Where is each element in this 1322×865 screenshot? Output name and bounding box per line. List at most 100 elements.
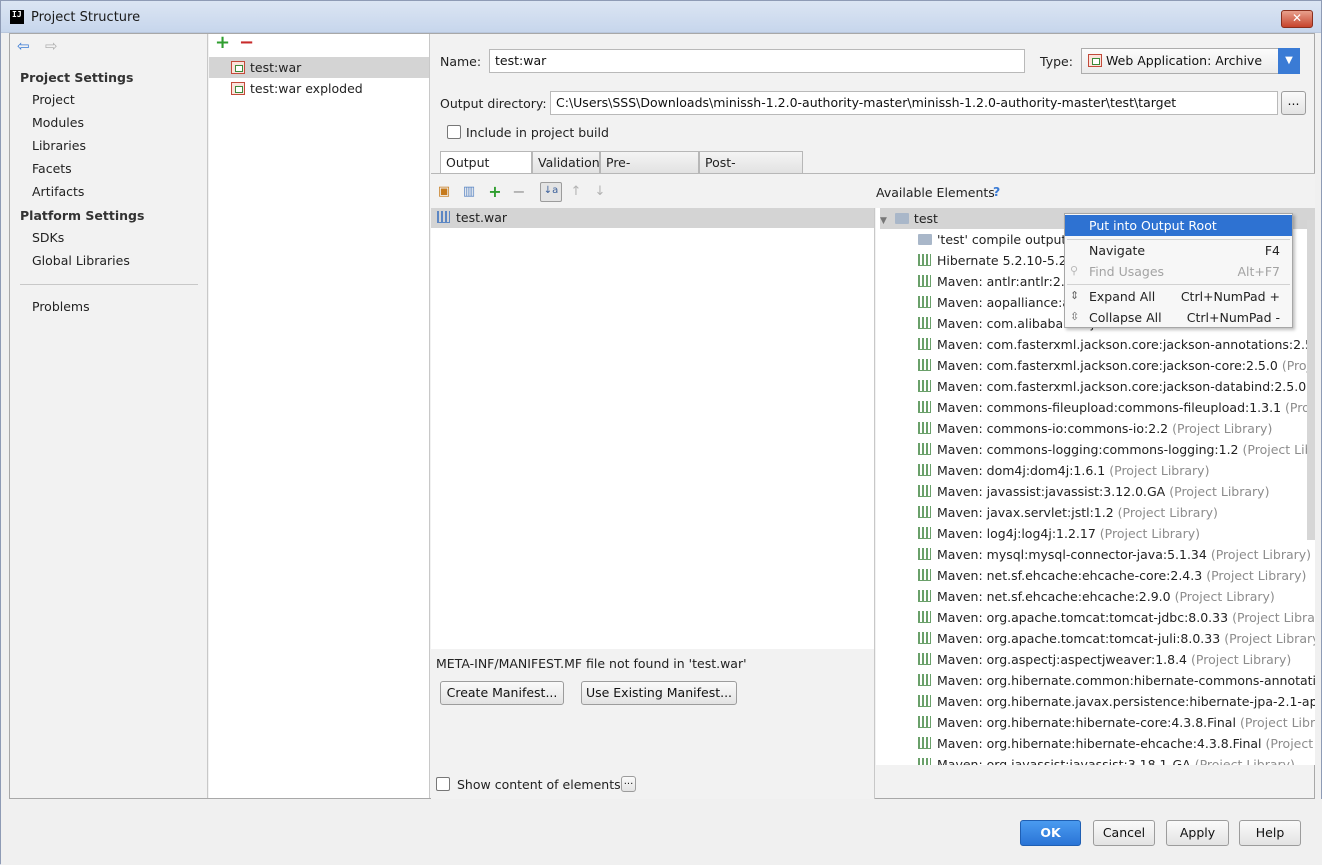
nav-item-libraries[interactable]: Libraries <box>32 138 86 153</box>
layout-root-label: test.war <box>456 210 508 225</box>
element-name: Maven: org.apache.tomcat:tomcat-juli:8.0… <box>937 631 1221 646</box>
type-select[interactable]: Web Application: Archive ▼ <box>1081 48 1300 74</box>
available-element-item[interactable]: Maven: com.fasterxml.jackson.core:jackso… <box>918 355 1315 376</box>
use-existing-manifest-button[interactable]: Use Existing Manifest... <box>581 681 737 705</box>
available-element-item[interactable]: Maven: mysql:mysql-connector-java:5.1.34… <box>918 544 1311 565</box>
element-name: Maven: org.hibernate.common:hibernate-co… <box>937 673 1315 688</box>
nav-item-artifacts[interactable]: Artifacts <box>32 184 84 199</box>
sort-elements-icon[interactable]: ↓a <box>540 182 562 202</box>
artifact-label: test:war <box>250 60 302 75</box>
available-element-item[interactable]: Maven: commons-logging:commons-logging:1… <box>918 439 1315 460</box>
element-name: Maven: log4j:log4j:1.2.17 <box>937 526 1096 541</box>
available-element-item[interactable]: Maven: net.sf.ehcache:ehcache-core:2.4.3… <box>918 565 1306 586</box>
menu-item-put-into-output-root[interactable]: Put into Output Root <box>1065 215 1292 236</box>
menu-item-label: Navigate <box>1089 243 1146 258</box>
expand-arrow-icon[interactable]: ▼ <box>880 216 887 226</box>
nav-item-problems[interactable]: Problems <box>32 299 90 314</box>
tab-output-layout[interactable]: Output Layout <box>440 151 532 191</box>
new-directory-icon[interactable]: ▣ <box>436 184 452 200</box>
library-icon <box>918 506 931 518</box>
new-archive-icon[interactable]: ▥ <box>461 184 477 200</box>
move-down-icon[interactable]: ↓ <box>592 184 608 200</box>
library-icon <box>918 338 931 350</box>
available-element-item[interactable]: Maven: dom4j:dom4j:1.6.1 (Project Library… <box>918 460 1209 481</box>
available-element-item[interactable]: Maven: org.apache.tomcat:tomcat-juli:8.0… <box>918 628 1315 649</box>
available-element-item[interactable]: Maven: org.hibernate.javax.persistence:h… <box>918 691 1315 712</box>
menu-item-expand-all[interactable]: ⇕ Expand All Ctrl+NumPad + <box>1065 286 1292 307</box>
available-element-item[interactable]: Maven: javax.servlet:jstl:1.2 (Project Li… <box>918 502 1218 523</box>
library-icon <box>918 422 931 434</box>
type-label: Type: <box>1040 54 1073 69</box>
apply-button[interactable]: Apply <box>1166 820 1229 846</box>
show-content-options-button[interactable]: ... <box>621 776 636 792</box>
close-button[interactable]: ✕ <box>1281 10 1313 28</box>
output-directory-input[interactable]: C:\Users\SSS\Downloads\minissh-1.2.0-aut… <box>550 91 1278 115</box>
output-layout-tree: ▣ ▥ + − ↓a ↑ ↓ test.war <box>431 174 875 649</box>
artifact-item-test-war[interactable]: test:war <box>209 57 429 78</box>
menu-item-label: Find Usages <box>1089 264 1165 279</box>
chevron-down-icon[interactable]: ▼ <box>1278 48 1300 74</box>
tab-post-processing[interactable]: Post-processing <box>699 151 803 191</box>
available-element-item[interactable]: Maven: javassist:javassist:3.12.0.GA (Pro… <box>918 481 1269 502</box>
include-build-checkbox[interactable] <box>447 125 461 139</box>
library-icon <box>918 695 931 707</box>
forward-arrow-icon[interactable]: ⇨ <box>45 38 61 54</box>
available-element-item[interactable]: Maven: commons-fileupload:commons-fileup… <box>918 397 1315 418</box>
ok-button[interactable]: OK <box>1020 820 1081 846</box>
available-element-item[interactable]: Maven: com.fasterxml.jackson.core:jackso… <box>918 334 1315 355</box>
library-icon <box>918 401 931 413</box>
add-element-icon[interactable]: + <box>487 184 503 200</box>
back-arrow-icon[interactable]: ⇦ <box>17 38 33 54</box>
add-artifact-button[interactable]: + <box>215 32 230 53</box>
create-manifest-button[interactable]: Create Manifest... <box>440 681 564 705</box>
name-input[interactable]: test:war <box>489 49 1025 73</box>
available-element-item[interactable]: Maven: log4j:log4j:1.2.17 (Project Librar… <box>918 523 1200 544</box>
browse-output-button[interactable]: ... <box>1281 91 1306 115</box>
element-name: Maven: org.hibernate:hibernate-ehcache:4… <box>937 736 1262 751</box>
library-icon <box>918 464 931 476</box>
library-icon <box>918 275 931 287</box>
layout-root-item[interactable]: test.war <box>431 208 874 228</box>
available-element-item[interactable]: Maven: net.sf.ehcache:ehcache:2.9.0 (Proj… <box>918 586 1275 607</box>
available-element-item[interactable]: Maven: org.javassist:javassist:3.18.1-GA… <box>918 754 1295 765</box>
library-icon <box>918 632 931 644</box>
settings-nav: ⇦ ⇨ Project Settings Project Modules Lib… <box>10 34 208 798</box>
tab-pre-processing[interactable]: Pre-processing <box>600 151 699 191</box>
library-icon <box>918 737 931 749</box>
menu-item-navigate[interactable]: Navigate F4 <box>1065 240 1292 261</box>
menu-item-collapse-all[interactable]: ⇳ Collapse All Ctrl+NumPad - <box>1065 307 1292 328</box>
help-button[interactable]: Help <box>1239 820 1301 846</box>
menu-separator <box>1067 284 1290 285</box>
collapse-all-icon: ⇳ <box>1070 310 1080 323</box>
element-name: Maven: org.javassist:javassist:3.18.1-GA <box>937 757 1191 765</box>
element-name: Maven: commons-io:commons-io:2.2 <box>937 421 1169 436</box>
show-content-checkbox[interactable] <box>436 777 450 791</box>
cancel-button[interactable]: Cancel <box>1093 820 1155 846</box>
remove-element-icon[interactable]: − <box>511 184 527 200</box>
nav-item-project[interactable]: Project <box>32 92 75 107</box>
available-element-item[interactable]: Maven: org.aspectj:aspectjweaver:1.8.4 (P… <box>918 649 1291 670</box>
available-element-item[interactable]: Maven: org.apache.tomcat:tomcat-jdbc:8.0… <box>918 607 1315 628</box>
tab-validation[interactable]: Validation <box>532 151 600 174</box>
manifest-area: META-INF/MANIFEST.MF file not found in '… <box>431 649 875 799</box>
element-name: Maven: org.apache.tomcat:tomcat-jdbc:8.0… <box>937 610 1229 625</box>
nav-item-global-libraries[interactable]: Global Libraries <box>32 253 130 268</box>
available-element-item[interactable]: Maven: com.fasterxml.jackson.core:jackso… <box>918 376 1315 397</box>
tree-scrollbar[interactable] <box>1307 220 1315 540</box>
help-icon[interactable]: ? <box>993 184 1000 199</box>
available-element-item[interactable]: Maven: org.hibernate.common:hibernate-co… <box>918 670 1315 691</box>
move-up-icon[interactable]: ↑ <box>568 184 584 200</box>
nav-item-modules[interactable]: Modules <box>32 115 84 130</box>
search-icon: ⚲ <box>1070 264 1079 277</box>
available-element-item[interactable]: Maven: commons-io:commons-io:2.2 (Project… <box>918 418 1272 439</box>
element-name: Maven: net.sf.ehcache:ehcache-core:2.4.3 <box>937 568 1203 583</box>
element-name: Maven: org.hibernate.javax.persistence:h… <box>937 694 1315 709</box>
menu-item-find-usages[interactable]: ⚲ Find Usages Alt+F7 <box>1065 261 1292 282</box>
nav-item-facets[interactable]: Facets <box>32 161 72 176</box>
available-element-item[interactable]: 'test' compile output <box>918 229 1070 250</box>
nav-item-sdks[interactable]: SDKs <box>32 230 64 245</box>
available-element-item[interactable]: Maven: org.hibernate:hibernate-core:4.3.… <box>918 712 1315 733</box>
remove-artifact-button[interactable]: − <box>239 32 254 53</box>
artifact-item-test-war-exploded[interactable]: test:war exploded <box>209 78 429 99</box>
available-element-item[interactable]: Maven: org.hibernate:hibernate-ehcache:4… <box>918 733 1315 754</box>
